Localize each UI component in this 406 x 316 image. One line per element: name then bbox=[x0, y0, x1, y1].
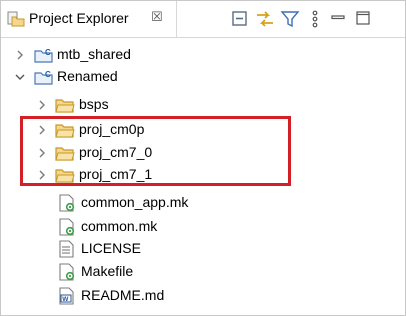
tree-item-proj-cm0p[interactable]: proj_cm0p bbox=[1, 120, 401, 142]
project-explorer-view: Project Explorer ☒ C mtb_shared C Rename… bbox=[0, 0, 406, 316]
svg-text:C: C bbox=[45, 70, 51, 79]
tree-item-renamed[interactable]: C Renamed bbox=[1, 67, 401, 89]
close-view-icon[interactable]: ☒ bbox=[151, 9, 163, 25]
tree-item-label: Renamed bbox=[57, 68, 118, 84]
folder-icon bbox=[55, 147, 75, 161]
tab-project-explorer[interactable]: Project Explorer ☒ bbox=[1, 1, 177, 37]
markdown-file-icon: W bbox=[59, 287, 74, 305]
svg-text:W: W bbox=[62, 296, 69, 303]
chevron-right-icon[interactable] bbox=[14, 49, 26, 61]
tree-item-label: proj_cm7_1 bbox=[79, 166, 153, 182]
folder-icon bbox=[55, 124, 75, 138]
tree-item-label: common.mk bbox=[81, 218, 158, 234]
view-title: Project Explorer bbox=[29, 10, 129, 26]
makefile-icon bbox=[59, 263, 75, 281]
minimize-icon[interactable] bbox=[328, 8, 350, 30]
tree-item-label: mtb_shared bbox=[57, 46, 131, 62]
tree-item-label: LICENSE bbox=[81, 240, 141, 256]
tree-item-common-mk[interactable]: common.mk bbox=[1, 217, 401, 239]
makefile-icon bbox=[59, 218, 75, 236]
collapse-all-icon[interactable] bbox=[229, 8, 251, 30]
filter-icon[interactable] bbox=[279, 8, 301, 30]
maximize-icon[interactable] bbox=[353, 8, 375, 30]
tree-item-mtb-shared[interactable]: C mtb_shared bbox=[1, 45, 401, 67]
makefile-icon bbox=[59, 194, 75, 212]
tree-item-label: proj_cm0p bbox=[79, 121, 145, 137]
folder-icon bbox=[55, 99, 75, 113]
chevron-right-icon[interactable] bbox=[36, 169, 48, 181]
view-tab-bar: Project Explorer ☒ bbox=[1, 1, 405, 38]
tree-item-common-app-mk[interactable]: common_app.mk bbox=[1, 193, 401, 215]
link-with-editor-icon[interactable] bbox=[254, 8, 276, 30]
tree-item-readme-md[interactable]: W README.md bbox=[1, 286, 401, 308]
tree-item-makefile[interactable]: Makefile bbox=[1, 262, 401, 284]
folder-icon bbox=[55, 169, 75, 183]
chevron-right-icon[interactable] bbox=[36, 147, 48, 159]
tree-item-license[interactable]: LICENSE bbox=[1, 239, 401, 261]
project-icon: C bbox=[34, 70, 53, 85]
tree-item-label: bsps bbox=[79, 96, 109, 112]
tree-item-proj-cm7-0[interactable]: proj_cm7_0 bbox=[1, 143, 401, 165]
chevron-right-icon[interactable] bbox=[36, 99, 48, 111]
tree-item-proj-cm7-1[interactable]: proj_cm7_1 bbox=[1, 165, 401, 187]
tree-item-bsps[interactable]: bsps bbox=[1, 95, 401, 117]
tree-item-label: Makefile bbox=[81, 263, 134, 279]
tree-item-label: common_app.mk bbox=[81, 194, 189, 210]
chevron-down-icon[interactable] bbox=[14, 71, 26, 83]
svg-text:C: C bbox=[45, 48, 51, 57]
project-icon: C bbox=[34, 48, 53, 63]
project-explorer-icon bbox=[7, 11, 25, 27]
view-menu-icon[interactable] bbox=[304, 8, 326, 30]
text-file-icon bbox=[59, 240, 74, 258]
tree-item-label: proj_cm7_0 bbox=[79, 144, 153, 160]
tree-item-label: README.md bbox=[81, 287, 165, 303]
chevron-right-icon[interactable] bbox=[36, 124, 48, 136]
